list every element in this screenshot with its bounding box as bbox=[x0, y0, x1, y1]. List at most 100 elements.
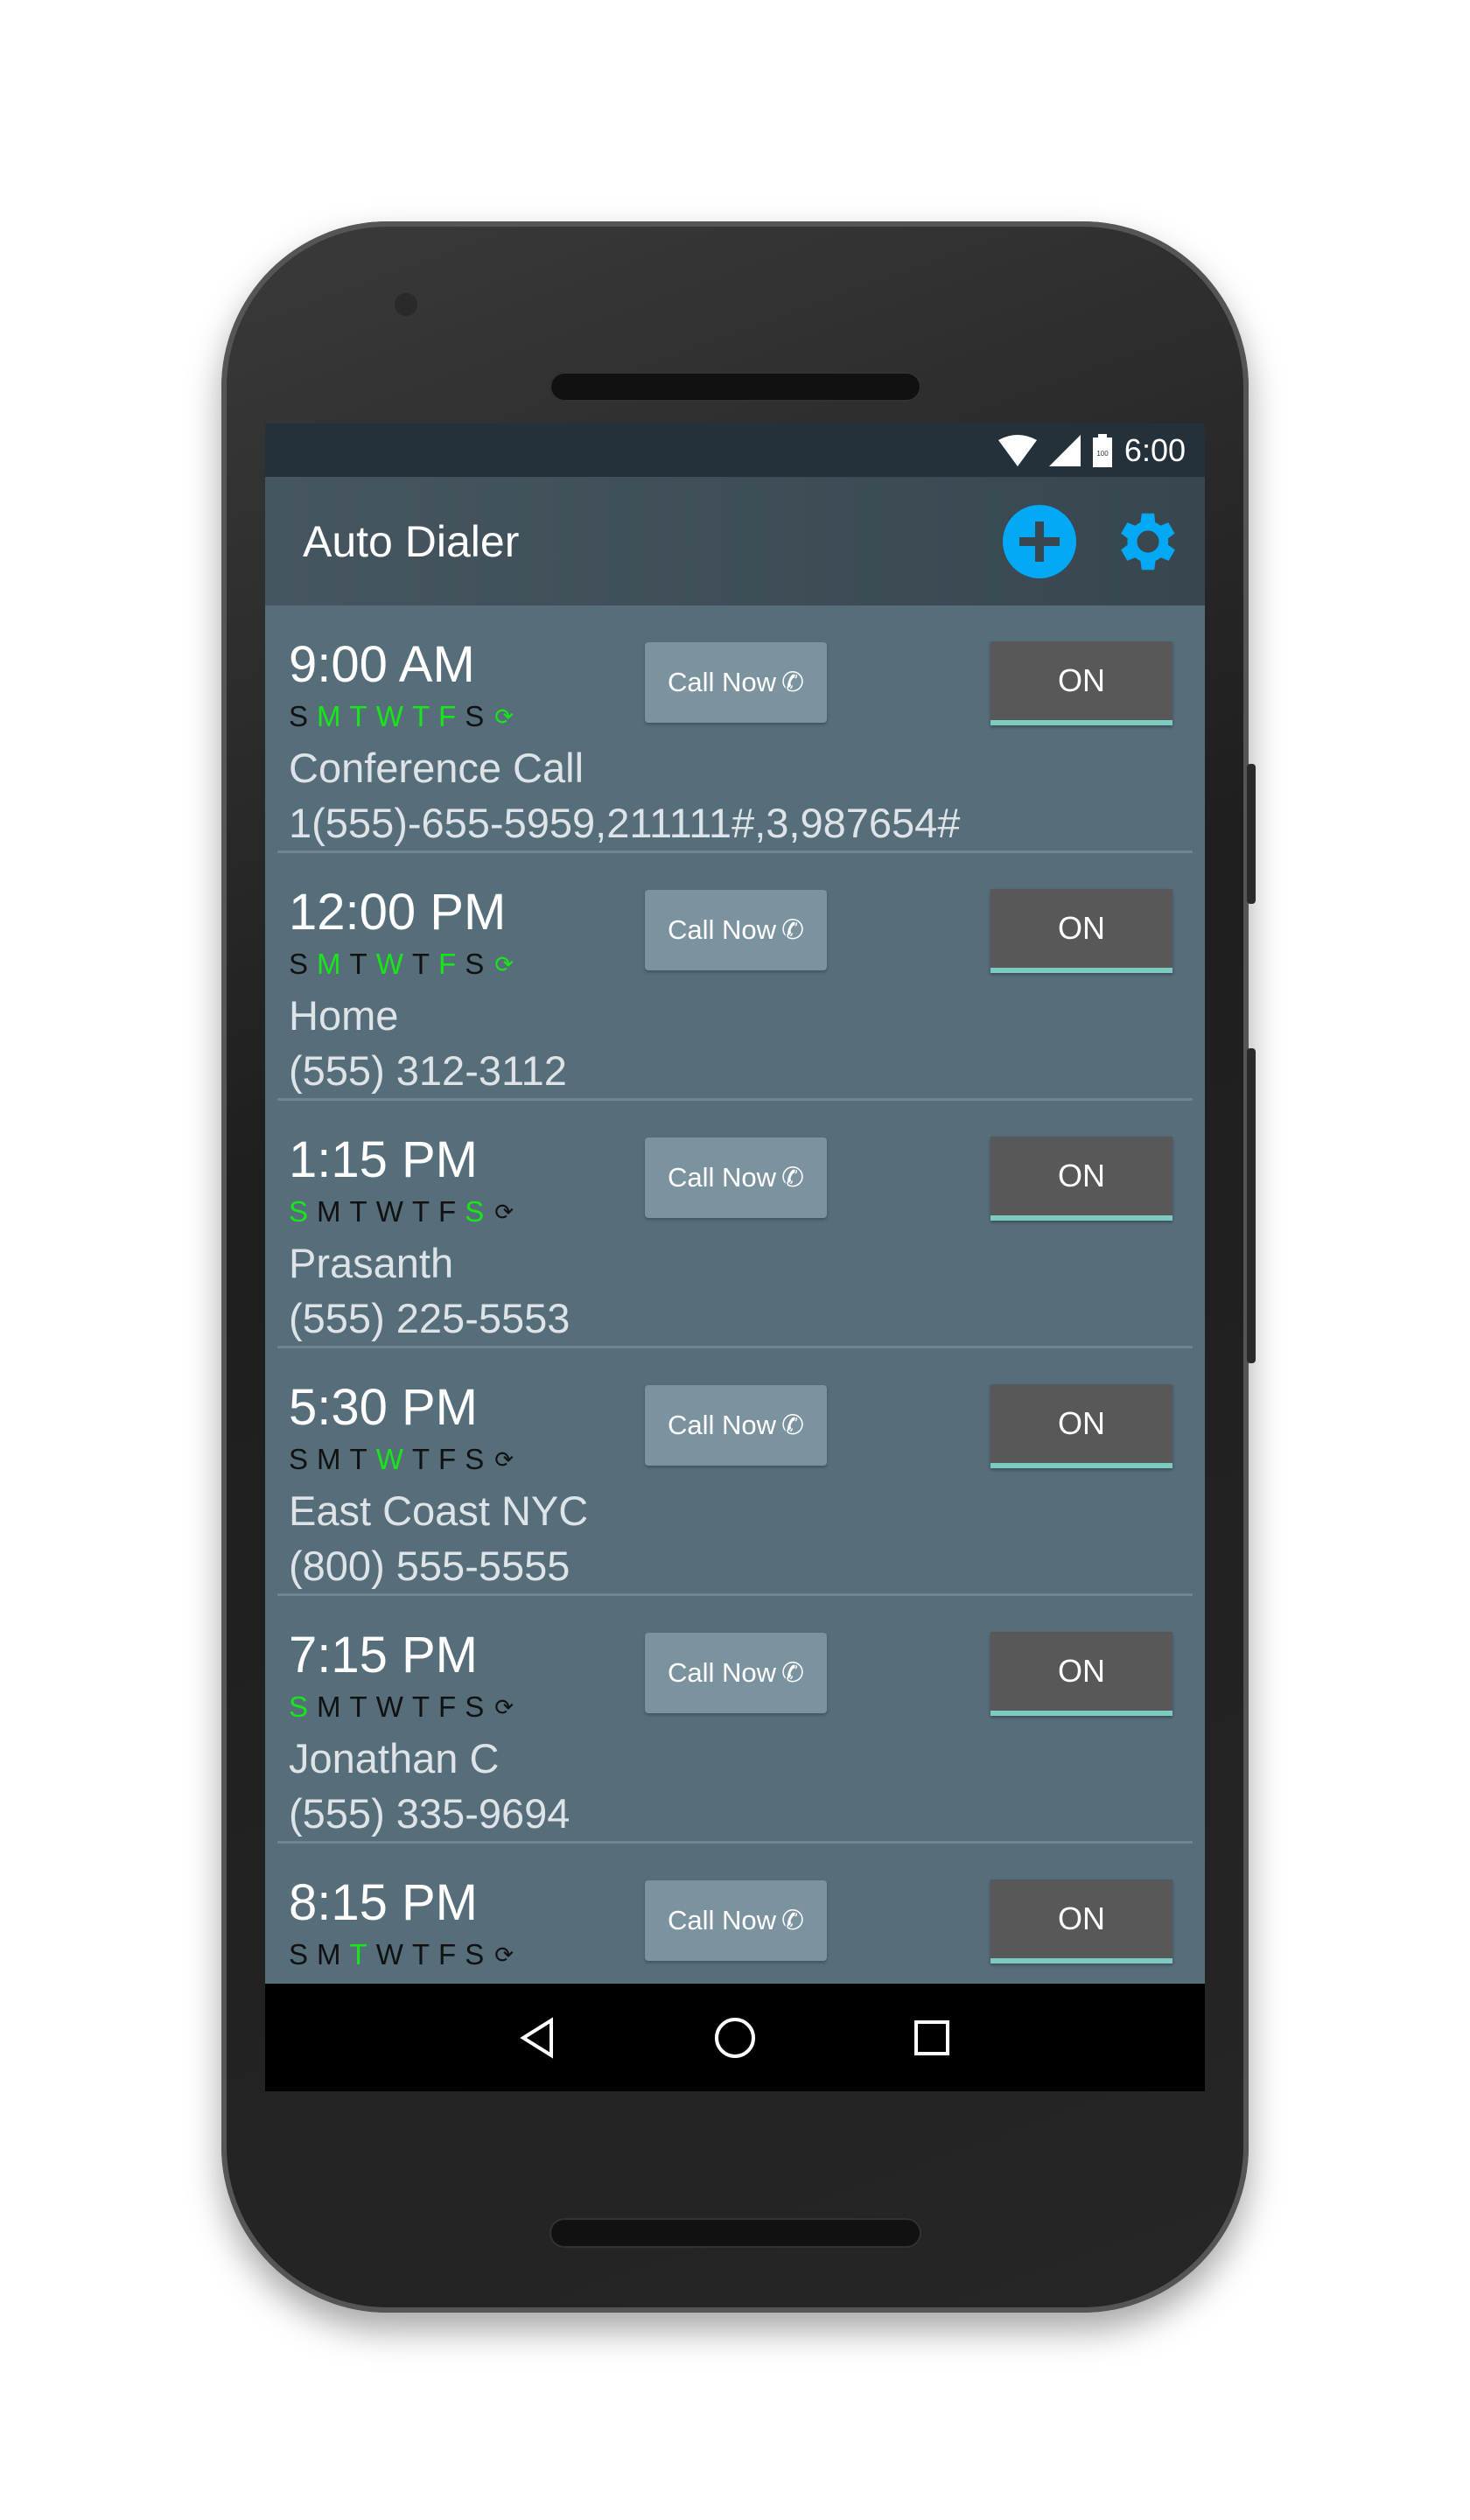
repeat-icon[interactable]: ⟳ bbox=[494, 951, 522, 978]
weekday-selector: S M T W T F S ⟳ bbox=[289, 1938, 522, 1971]
day-1[interactable]: M bbox=[317, 700, 350, 733]
signal-icon bbox=[1048, 434, 1081, 466]
day-6[interactable]: S bbox=[465, 1195, 493, 1228]
call-now-button[interactable]: Call Now ✆ bbox=[645, 1138, 827, 1218]
alarm-time[interactable]: 7:15 PM bbox=[289, 1626, 478, 1684]
wifi-icon bbox=[998, 434, 1037, 466]
phone-icon: ✆ bbox=[781, 1657, 804, 1688]
day-4[interactable]: T bbox=[412, 1195, 438, 1228]
call-now-button[interactable]: Call Now ✆ bbox=[645, 1385, 827, 1466]
repeat-icon[interactable]: ⟳ bbox=[494, 1446, 522, 1474]
day-2[interactable]: T bbox=[350, 948, 376, 981]
day-4[interactable]: T bbox=[412, 1690, 438, 1724]
day-5[interactable]: F bbox=[438, 948, 465, 981]
day-4[interactable]: T bbox=[412, 948, 438, 981]
day-3[interactable]: W bbox=[376, 1443, 412, 1476]
settings-button[interactable] bbox=[1110, 504, 1186, 579]
weekday-selector: S M T W T F S ⟳ bbox=[289, 700, 522, 733]
day-3[interactable]: W bbox=[376, 700, 412, 733]
day-2[interactable]: T bbox=[350, 1443, 376, 1476]
list-item[interactable]: 7:15 PM S M T W T F S ⟳ Jonathan C (555) 335-96… bbox=[277, 1596, 1193, 1844]
bottom-speaker bbox=[550, 2218, 921, 2248]
home-icon[interactable] bbox=[713, 2016, 757, 2060]
day-5[interactable]: F bbox=[438, 1443, 465, 1476]
day-3[interactable]: W bbox=[376, 1195, 412, 1228]
repeat-icon[interactable]: ⟳ bbox=[494, 1694, 522, 1721]
day-4[interactable]: T bbox=[412, 700, 438, 733]
day-2[interactable]: T bbox=[350, 1938, 376, 1971]
repeat-icon[interactable]: ⟳ bbox=[494, 1942, 522, 1969]
day-5[interactable]: F bbox=[438, 1195, 465, 1228]
alarm-time[interactable]: 9:00 AM bbox=[289, 635, 475, 694]
day-5[interactable]: F bbox=[438, 1938, 465, 1971]
day-1[interactable]: M bbox=[317, 948, 350, 981]
alarm-toggle[interactable]: ON bbox=[990, 1632, 1172, 1716]
repeat-icon[interactable]: ⟳ bbox=[494, 1199, 522, 1226]
day-0[interactable]: S bbox=[289, 948, 317, 981]
day-3[interactable]: W bbox=[376, 948, 412, 981]
alarm-time[interactable]: 12:00 PM bbox=[289, 883, 506, 942]
day-2[interactable]: T bbox=[350, 1195, 376, 1228]
weekday-selector: S M T W T F S ⟳ bbox=[289, 1690, 522, 1724]
day-6[interactable]: S bbox=[465, 1690, 493, 1724]
phone-icon: ✆ bbox=[781, 1905, 804, 1936]
call-now-label: Call Now bbox=[667, 667, 777, 697]
day-6[interactable]: S bbox=[465, 1443, 493, 1476]
call-now-button[interactable]: Call Now ✆ bbox=[645, 1880, 827, 1961]
day-3[interactable]: W bbox=[376, 1938, 412, 1971]
day-1[interactable]: M bbox=[317, 1938, 350, 1971]
phone-number: 1(555)-655-5959,211111#,3,987654# bbox=[289, 800, 961, 846]
repeat-icon[interactable]: ⟳ bbox=[494, 704, 522, 731]
alarm-time[interactable]: 1:15 PM bbox=[289, 1130, 478, 1189]
day-4[interactable]: T bbox=[412, 1443, 438, 1476]
alarm-toggle[interactable]: ON bbox=[990, 1880, 1172, 1964]
app-title: Auto Dialer bbox=[303, 516, 520, 566]
day-0[interactable]: S bbox=[289, 1938, 317, 1971]
phone-number: (555) 335-9694 bbox=[289, 1790, 570, 1837]
phone-icon: ✆ bbox=[781, 914, 804, 945]
alarm-toggle[interactable]: ON bbox=[990, 1137, 1172, 1221]
phone-icon: ✆ bbox=[781, 1410, 804, 1440]
day-5[interactable]: F bbox=[438, 1690, 465, 1724]
day-6[interactable]: S bbox=[465, 1938, 493, 1971]
call-now-label: Call Now bbox=[667, 1657, 777, 1688]
list-item[interactable]: 5:30 PM S M T W T F S ⟳ East Coast NYC (800) 55… bbox=[277, 1348, 1193, 1596]
list-item[interactable]: 9:00 AM S M T W T F S ⟳ Conference Call 1(555)-… bbox=[277, 606, 1193, 853]
phone-icon: ✆ bbox=[781, 1162, 804, 1193]
svg-text:100: 100 bbox=[1096, 450, 1109, 458]
day-6[interactable]: S bbox=[465, 948, 493, 981]
call-now-button[interactable]: Call Now ✆ bbox=[645, 890, 827, 970]
day-3[interactable]: W bbox=[376, 1690, 412, 1724]
alarm-time[interactable]: 5:30 PM bbox=[289, 1378, 478, 1437]
day-1[interactable]: M bbox=[317, 1195, 350, 1228]
day-5[interactable]: F bbox=[438, 700, 465, 733]
day-1[interactable]: M bbox=[317, 1690, 350, 1724]
alarm-toggle[interactable]: ON bbox=[990, 641, 1172, 725]
alarm-time[interactable]: 8:15 PM bbox=[289, 1873, 478, 1932]
contact-name: Conference Call bbox=[289, 745, 584, 791]
list-item[interactable]: 12:00 PM S M T W T F S ⟳ Home (555) 312-3112 Ca… bbox=[277, 853, 1193, 1101]
clock: 6:00 bbox=[1124, 431, 1186, 468]
day-6[interactable]: S bbox=[465, 700, 493, 733]
day-0[interactable]: S bbox=[289, 700, 317, 733]
back-icon[interactable] bbox=[516, 2016, 560, 2060]
call-now-button[interactable]: Call Now ✆ bbox=[645, 1633, 827, 1713]
list-item[interactable]: 1:15 PM S M T W T F S ⟳ Prasanth (555) 225-5553… bbox=[277, 1101, 1193, 1348]
day-0[interactable]: S bbox=[289, 1195, 317, 1228]
day-0[interactable]: S bbox=[289, 1690, 317, 1724]
add-button[interactable] bbox=[1002, 504, 1077, 579]
screen: 100 6:00 Auto Dialer 9:00 AM S M T W T F S ⟳ Co… bbox=[265, 424, 1205, 2091]
battery-icon: 100 bbox=[1092, 433, 1112, 467]
alarm-toggle[interactable]: ON bbox=[990, 889, 1172, 973]
day-2[interactable]: T bbox=[350, 1690, 376, 1724]
alarm-toggle[interactable]: ON bbox=[990, 1384, 1172, 1468]
day-1[interactable]: M bbox=[317, 1443, 350, 1476]
contact-name: Home bbox=[289, 992, 399, 1039]
call-now-button[interactable]: Call Now ✆ bbox=[645, 642, 827, 723]
day-4[interactable]: T bbox=[412, 1938, 438, 1971]
day-2[interactable]: T bbox=[350, 700, 376, 733]
recents-icon[interactable] bbox=[910, 2016, 954, 2060]
gear-icon bbox=[1121, 513, 1175, 570]
day-0[interactable]: S bbox=[289, 1443, 317, 1476]
list-item[interactable]: 8:15 PM S M T W T F S ⟳ Call Now ✆ ON bbox=[277, 1844, 1193, 1984]
